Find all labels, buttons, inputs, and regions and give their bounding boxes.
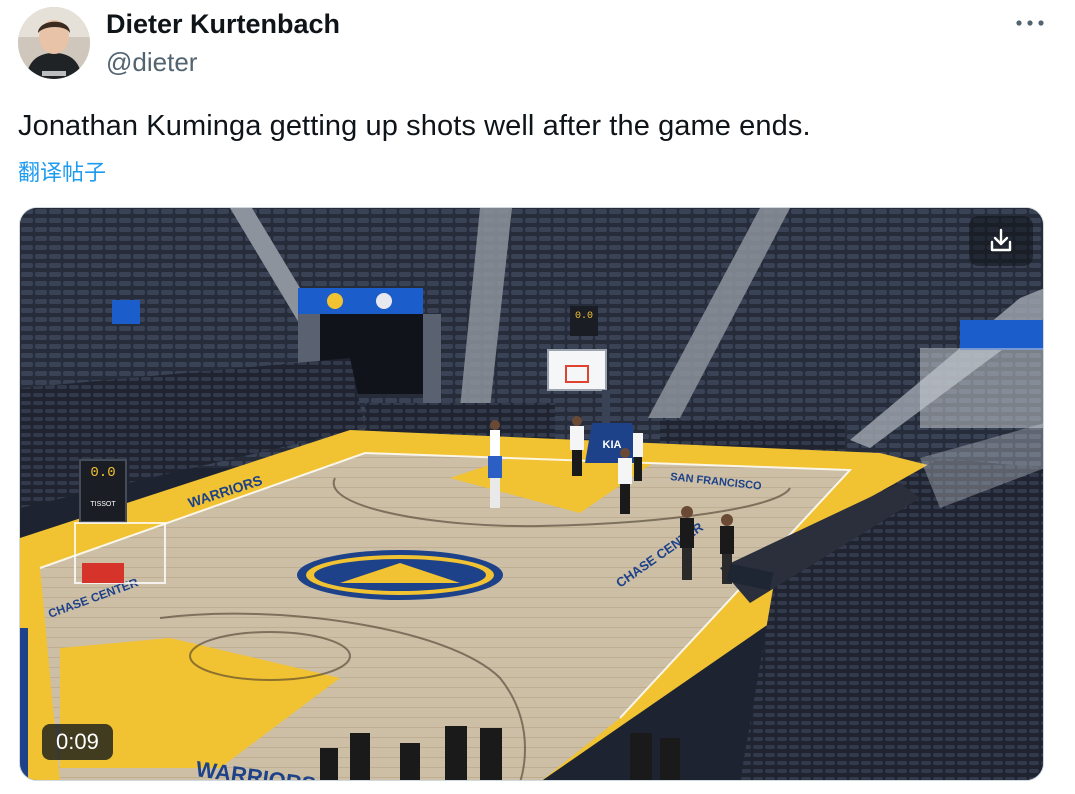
stanchion-sponsor: KIA [603, 439, 622, 451]
tweet-text: Jonathan Kuminga getting up shots well a… [18, 110, 811, 142]
near-shot-clock: 0.0 [90, 465, 115, 481]
more-horizontal-icon [1016, 20, 1044, 26]
avatar-photo-icon [18, 7, 90, 79]
far-shot-clock: 0.0 [575, 311, 593, 322]
video-frame: WARRIORS CHASE CENTER CHASE CENTER SAN F… [20, 208, 1043, 780]
author-avatar[interactable] [18, 7, 90, 79]
download-icon [990, 228, 1012, 252]
shot-clock-brand: TISSOT [90, 501, 116, 508]
author-handle[interactable]: @dieter [106, 47, 197, 78]
translate-post-link[interactable]: 翻译帖子 [18, 155, 106, 187]
author-name[interactable]: Dieter Kurtenbach [106, 9, 340, 40]
download-video-button[interactable] [969, 216, 1033, 266]
video-player[interactable]: WARRIORS CHASE CENTER CHASE CENTER SAN F… [19, 207, 1044, 781]
tweet-card: Dieter Kurtenbach @dieter Jonathan Kumin… [0, 0, 1075, 794]
more-options-button[interactable] [1010, 8, 1050, 38]
video-duration-badge: 0:09 [42, 724, 113, 760]
